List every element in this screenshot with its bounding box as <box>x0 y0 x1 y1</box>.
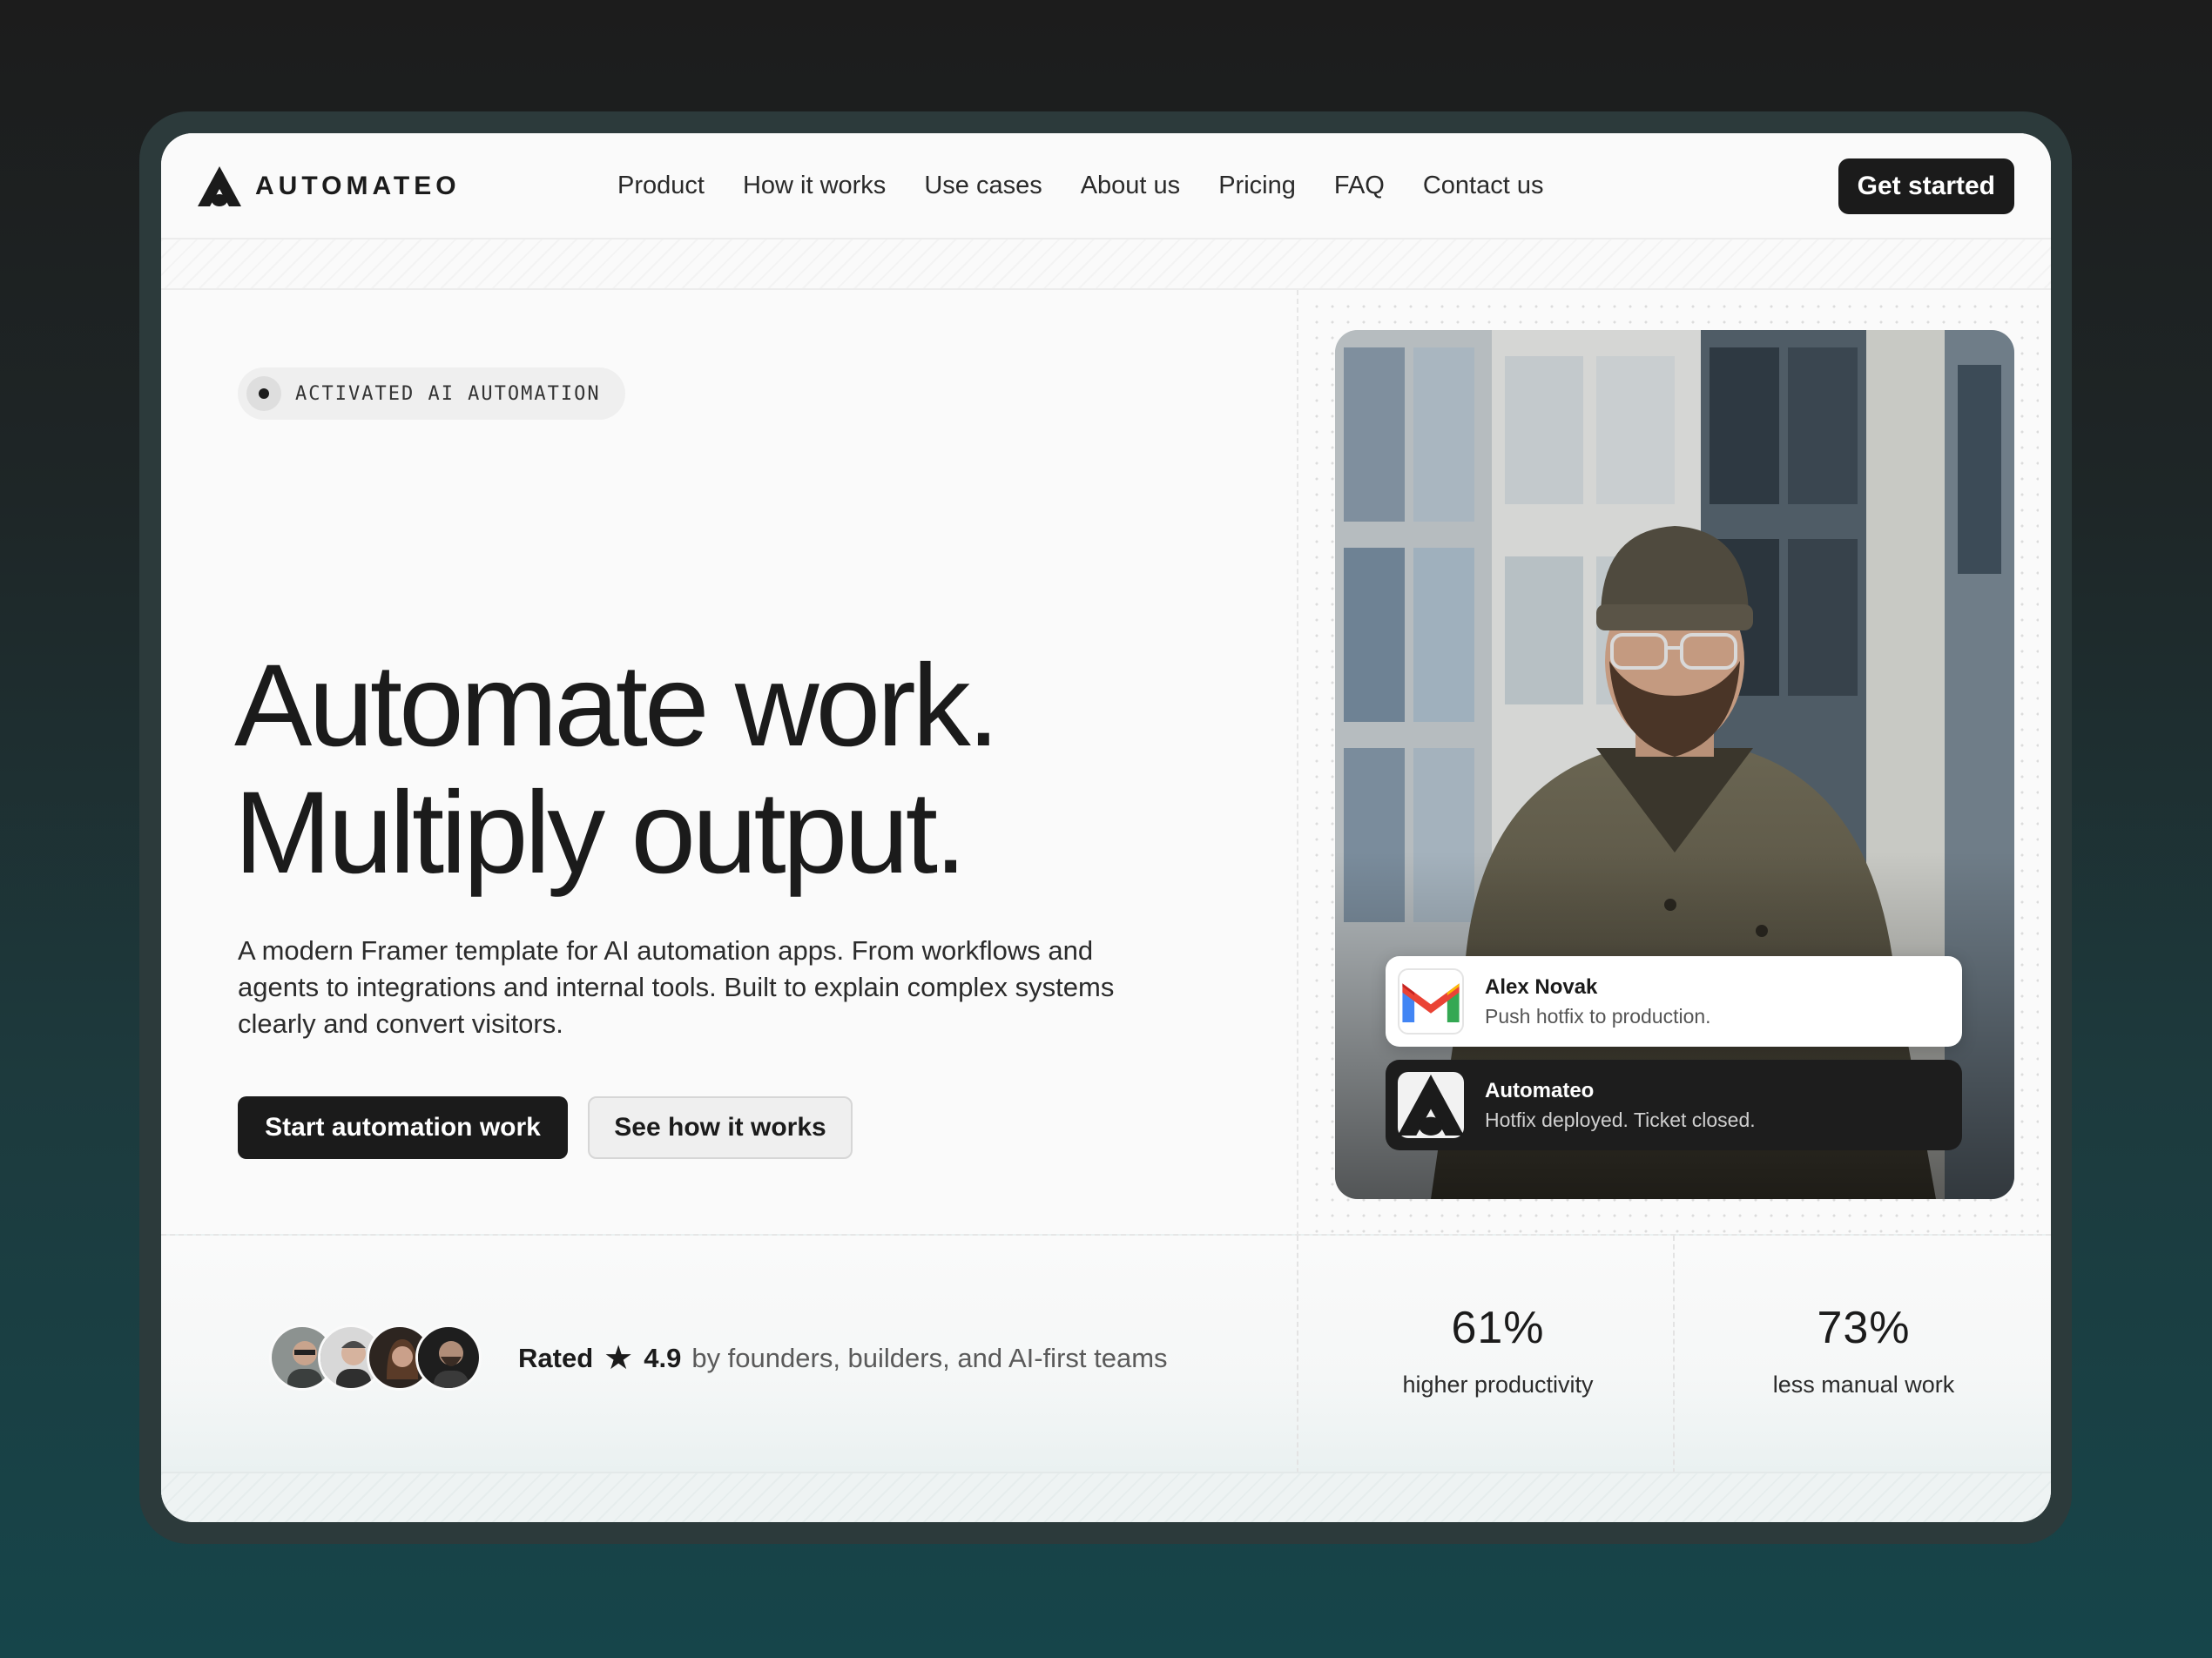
stat-value: 61% <box>1451 1303 1545 1353</box>
browser-window: AUTOMATEO Product How it works Use cases… <box>161 133 2051 1522</box>
automateo-logo-icon <box>198 166 241 206</box>
stats-divider <box>1297 1236 1298 1473</box>
nav-link-about-us[interactable]: About us <box>1081 172 1180 200</box>
rating-summary: Rated ★ 4.9 by founders, builders, and A… <box>518 1338 1168 1378</box>
stat-label: higher productivity <box>1402 1372 1594 1398</box>
avatar <box>415 1324 482 1391</box>
gmail-icon <box>1398 968 1464 1035</box>
nav-link-pricing[interactable]: Pricing <box>1218 172 1296 200</box>
nav-link-faq[interactable]: FAQ <box>1334 172 1385 200</box>
stat-label: less manual work <box>1772 1372 1955 1398</box>
brand-name: AUTOMATEO <box>255 172 461 200</box>
status-badge: ACTIVATED AI AUTOMATION <box>238 367 625 420</box>
rating-text: by founders, builders, and AI-first team… <box>691 1342 1168 1373</box>
nav-link-use-cases[interactable]: Use cases <box>924 172 1042 200</box>
stat-value: 73% <box>1817 1303 1911 1353</box>
stats-divider <box>1673 1236 1675 1473</box>
status-dot-icon <box>246 376 281 411</box>
automateo-logo-icon <box>1398 1072 1464 1138</box>
brand-logo[interactable]: AUTOMATEO <box>198 166 461 206</box>
decorative-stripe-bottom <box>161 1472 2051 1522</box>
nav-links: Product How it works Use cases About us … <box>617 172 1582 200</box>
hero-subtitle: A modern Framer template for AI automati… <box>238 935 1115 1039</box>
badge-label: ACTIVATED AI AUTOMATION <box>295 382 601 405</box>
nav-link-product[interactable]: Product <box>617 172 705 200</box>
top-nav: AUTOMATEO Product How it works Use cases… <box>161 133 2051 239</box>
nav-link-how-it-works[interactable]: How it works <box>743 172 886 200</box>
hero-headline: Automate work. Multiply output. <box>234 641 1000 898</box>
social-proof-row: Rated ★ 4.9 by founders, builders, and A… <box>161 1234 2051 1473</box>
notification-message: Hotfix deployed. Ticket closed. <box>1485 1108 1756 1131</box>
stat-productivity: 61% higher productivity <box>1350 1302 1646 1399</box>
avatar-group <box>269 1324 482 1391</box>
notification-automateo[interactable]: Automateo Hotfix deployed. Ticket closed… <box>1386 1060 1962 1150</box>
nav-link-contact-us[interactable]: Contact us <box>1423 172 1544 200</box>
notification-sender: Automateo <box>1485 1078 1595 1102</box>
headline-line-1: Automate work. <box>234 641 1000 771</box>
get-started-button[interactable]: Get started <box>1838 158 2014 214</box>
star-icon: ★ <box>604 1340 634 1377</box>
notification-alex-novak[interactable]: Alex Novak Push hotfix to production. <box>1386 956 1962 1047</box>
decorative-stripe-top <box>161 239 2051 290</box>
see-how-it-works-button[interactable]: See how it works <box>588 1096 853 1159</box>
rating-score: 4.9 <box>644 1342 682 1373</box>
start-automation-button[interactable]: Start automation work <box>238 1096 568 1159</box>
notification-message: Push hotfix to production. <box>1485 1004 1711 1028</box>
stat-manual-work: 73% less manual work <box>1716 1302 2012 1399</box>
hero-photo: Alex Novak Push hotfix to production. Au… <box>1335 330 2014 1199</box>
notification-sender: Alex Novak <box>1485 974 1598 999</box>
headline-line-2: Multiply output. <box>234 768 967 898</box>
rated-label: Rated <box>518 1342 594 1373</box>
